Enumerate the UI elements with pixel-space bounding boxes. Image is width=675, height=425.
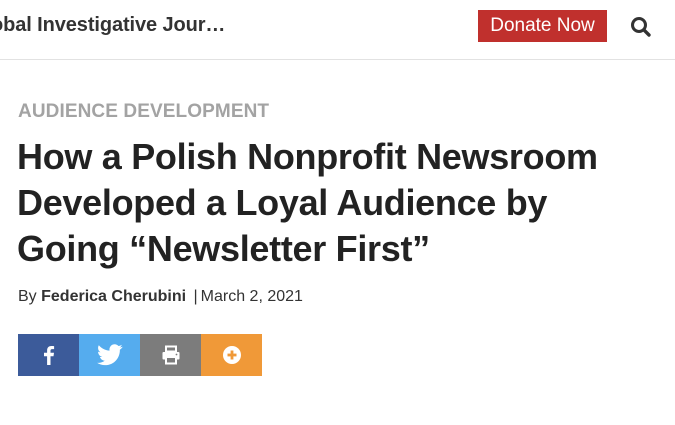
share-facebook-button[interactable] <box>18 334 79 376</box>
site-title-link[interactable]: obal Investigative Jour… <box>0 14 225 37</box>
article-title-line: Developed a Loyal Audience by <box>17 182 548 223</box>
publish-date: March 2, 2021 <box>200 288 303 305</box>
share-bar <box>18 334 262 376</box>
byline: By Federica Cherubini | March 2, 2021 <box>18 288 303 306</box>
site-header: obal Investigative Jour… Donate Now <box>0 0 675 60</box>
share-twitter-button[interactable] <box>79 334 140 376</box>
category-link[interactable]: AUDIENCE DEVELOPMENT <box>18 101 269 123</box>
article-title-line: Going “Newsletter First” <box>17 228 430 269</box>
plus-circle-icon <box>222 346 241 364</box>
search-button[interactable] <box>628 14 654 40</box>
share-more-button[interactable] <box>201 334 262 376</box>
article-title-line: How a Polish Nonprofit Newsroom <box>17 136 598 177</box>
search-icon <box>631 17 651 37</box>
donate-button[interactable]: Donate Now <box>478 10 607 42</box>
byline-separator: | <box>193 288 198 305</box>
twitter-icon <box>96 344 123 366</box>
print-button[interactable] <box>140 334 201 376</box>
byline-prefix: By <box>18 288 37 305</box>
article-title: How a Polish Nonprofit Newsroom Develope… <box>17 134 675 272</box>
facebook-icon <box>43 346 54 365</box>
page: obal Investigative Jour… Donate Now AUDI… <box>0 0 675 425</box>
author-link[interactable]: Federica Cherubini <box>41 288 186 305</box>
print-icon <box>162 345 179 365</box>
